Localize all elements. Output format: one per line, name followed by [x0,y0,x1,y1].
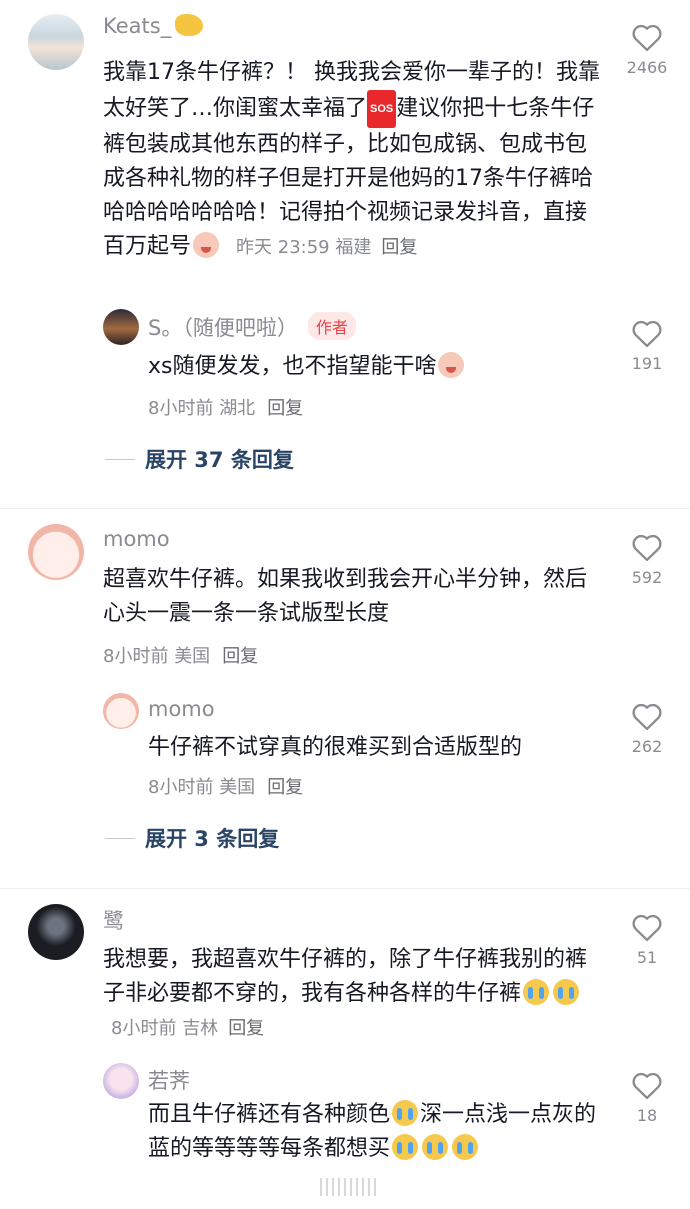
heart-outline-icon [632,534,662,562]
author-name-text: momo [148,697,215,721]
watermark-bar [320,1178,380,1196]
cry-emoji-icon [422,1134,449,1160]
cry-emoji-icon [523,979,550,1005]
like-count: 51 [636,948,658,967]
like-button[interactable]: 191 [612,318,682,373]
avatar[interactable] [103,309,139,345]
reply-button[interactable]: 回复 [381,237,417,258]
comment-meta: 8小时前 湖北 回复 [148,398,304,419]
author-name-text: Keats_ [103,14,172,38]
divider [0,508,690,509]
cry-emoji-icon [452,1134,479,1160]
comment-meta: 8小时前 美国 回复 [103,646,259,667]
like-button[interactable]: 51 [612,912,682,967]
comment-meta: 8小时前 吉林 回复 [111,1018,265,1039]
comment-author-name[interactable]: momo [103,527,170,551]
comment-meta: 8小时前 美国 回复 [148,777,304,798]
comment-text: 牛仔裤不试穿真的很难买到合适版型的 [148,735,523,760]
reply-button[interactable]: 回复 [222,646,258,667]
heart-outline-icon [632,914,662,942]
avatar[interactable] [28,14,84,70]
baby-cry-emoji-icon [438,352,465,378]
like-button[interactable]: 592 [612,532,682,587]
divider [0,888,690,889]
author-name-text: S。（随便吧啦） [148,316,298,340]
comment-author-name[interactable]: 鹭 [103,905,124,935]
cry-emoji-icon [392,1100,419,1126]
heart-outline-icon [632,320,662,348]
sos-emoji-icon: SOS [367,90,397,128]
author-name-text: momo [103,527,170,551]
expand-replies-button[interactable]: 展开 37 条回复 [105,444,294,474]
comment-text: xs随便发发，也不指望能干啥 [148,350,598,384]
comment-author-name[interactable]: Keats_ [103,14,204,38]
like-button[interactable]: 262 [612,701,682,756]
like-button[interactable]: 18 [612,1070,682,1125]
comment-text: 超喜欢牛仔裤。如果我收到我会开心半分钟，然后心头一震一条一条试版型长度 [103,567,588,626]
comment-text: 我靠17条牛仔裤？！ 换我我会爱你一辈子的！我靠太好笑了…你闺蜜太幸福了 SOS 建… [103,60,600,259]
comment-text: 而且牛仔裤还有各种颜色 深一点浅一点灰的蓝的等等等等每条都想买 [148,1100,597,1161]
heart-outline-icon [632,24,662,52]
author-badge: 作者 [307,312,356,340]
comment-author-name[interactable]: momo [148,697,215,721]
comment-author-name[interactable]: 若荠 [148,1065,190,1095]
star-emoji-icon [175,14,204,36]
author-name-text: 鹭 [103,909,124,933]
baby-cry-emoji-icon [193,232,220,258]
like-count: 592 [631,568,663,587]
like-button[interactable]: 2466 [612,22,682,77]
divider-line [105,837,135,839]
avatar[interactable] [28,904,84,960]
heart-outline-icon [632,1072,662,1100]
like-count: 2466 [626,58,668,77]
comment-text: 我想要，我超喜欢牛仔裤的，除了牛仔裤我别的裤子非必要都不穿的，我有各种各样的牛仔… [103,947,588,1039]
reply-button[interactable]: 回复 [267,777,303,798]
like-count: 262 [631,737,663,756]
comment-meta: 昨天 23:59 福建 回复 [236,237,418,258]
like-count: 18 [636,1106,658,1125]
divider-line [105,458,135,460]
reply-button[interactable]: 回复 [267,398,303,419]
like-count: 191 [631,354,663,373]
author-name-text: 若荠 [148,1069,190,1093]
expand-replies-button[interactable]: 展开 3 条回复 [105,823,279,853]
cry-emoji-icon [553,979,580,1005]
reply-button[interactable]: 回复 [228,1018,264,1039]
avatar[interactable] [103,693,139,729]
heart-outline-icon [632,703,662,731]
avatar[interactable] [28,524,84,580]
avatar[interactable] [103,1063,139,1099]
cry-emoji-icon [392,1134,419,1160]
comment-author-name[interactable]: S。（随便吧啦） 作者 [148,312,356,342]
